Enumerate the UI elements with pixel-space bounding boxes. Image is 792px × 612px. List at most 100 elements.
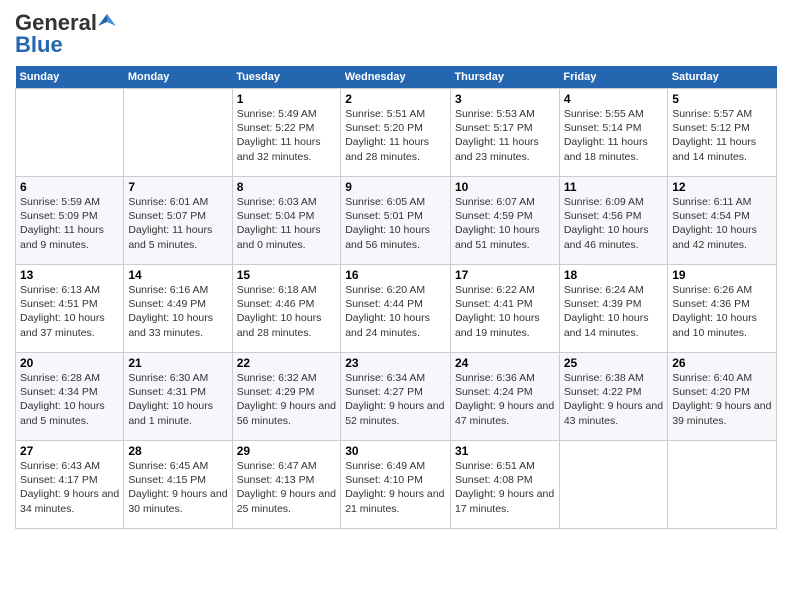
day-number: 16 bbox=[345, 268, 446, 282]
day-number: 25 bbox=[564, 356, 663, 370]
day-info: Sunrise: 6:13 AM Sunset: 4:51 PM Dayligh… bbox=[20, 283, 119, 340]
day-info: Sunrise: 6:28 AM Sunset: 4:34 PM Dayligh… bbox=[20, 371, 119, 428]
day-info: Sunrise: 6:18 AM Sunset: 4:46 PM Dayligh… bbox=[237, 283, 337, 340]
day-number: 15 bbox=[237, 268, 337, 282]
day-number: 9 bbox=[345, 180, 446, 194]
day-number: 28 bbox=[128, 444, 227, 458]
weekday-monday: Monday bbox=[124, 66, 232, 89]
day-number: 5 bbox=[672, 92, 772, 106]
week-row-2: 6Sunrise: 5:59 AM Sunset: 5:09 PM Daylig… bbox=[16, 177, 777, 265]
day-info: Sunrise: 6:11 AM Sunset: 4:54 PM Dayligh… bbox=[672, 195, 772, 252]
day-number: 29 bbox=[237, 444, 337, 458]
logo-bird-icon bbox=[98, 12, 116, 30]
day-cell: 10Sunrise: 6:07 AM Sunset: 4:59 PM Dayli… bbox=[450, 177, 559, 265]
day-cell: 8Sunrise: 6:03 AM Sunset: 5:04 PM Daylig… bbox=[232, 177, 341, 265]
day-cell: 18Sunrise: 6:24 AM Sunset: 4:39 PM Dayli… bbox=[559, 265, 667, 353]
week-row-1: 1Sunrise: 5:49 AM Sunset: 5:22 PM Daylig… bbox=[16, 89, 777, 177]
logo-blue: Blue bbox=[15, 32, 63, 58]
day-number: 8 bbox=[237, 180, 337, 194]
day-cell: 19Sunrise: 6:26 AM Sunset: 4:36 PM Dayli… bbox=[668, 265, 777, 353]
day-cell bbox=[124, 89, 232, 177]
day-number: 4 bbox=[564, 92, 663, 106]
day-number: 21 bbox=[128, 356, 227, 370]
day-cell: 5Sunrise: 5:57 AM Sunset: 5:12 PM Daylig… bbox=[668, 89, 777, 177]
day-cell: 4Sunrise: 5:55 AM Sunset: 5:14 PM Daylig… bbox=[559, 89, 667, 177]
day-info: Sunrise: 6:24 AM Sunset: 4:39 PM Dayligh… bbox=[564, 283, 663, 340]
day-cell: 9Sunrise: 6:05 AM Sunset: 5:01 PM Daylig… bbox=[341, 177, 451, 265]
day-cell: 30Sunrise: 6:49 AM Sunset: 4:10 PM Dayli… bbox=[341, 441, 451, 529]
day-cell: 31Sunrise: 6:51 AM Sunset: 4:08 PM Dayli… bbox=[450, 441, 559, 529]
day-cell: 3Sunrise: 5:53 AM Sunset: 5:17 PM Daylig… bbox=[450, 89, 559, 177]
day-info: Sunrise: 6:45 AM Sunset: 4:15 PM Dayligh… bbox=[128, 459, 227, 516]
day-cell: 13Sunrise: 6:13 AM Sunset: 4:51 PM Dayli… bbox=[16, 265, 124, 353]
day-number: 3 bbox=[455, 92, 555, 106]
day-number: 12 bbox=[672, 180, 772, 194]
day-info: Sunrise: 6:34 AM Sunset: 4:27 PM Dayligh… bbox=[345, 371, 446, 428]
day-info: Sunrise: 6:49 AM Sunset: 4:10 PM Dayligh… bbox=[345, 459, 446, 516]
day-number: 6 bbox=[20, 180, 119, 194]
day-info: Sunrise: 6:20 AM Sunset: 4:44 PM Dayligh… bbox=[345, 283, 446, 340]
weekday-thursday: Thursday bbox=[450, 66, 559, 89]
day-number: 23 bbox=[345, 356, 446, 370]
weekday-sunday: Sunday bbox=[16, 66, 124, 89]
day-info: Sunrise: 6:16 AM Sunset: 4:49 PM Dayligh… bbox=[128, 283, 227, 340]
day-number: 2 bbox=[345, 92, 446, 106]
day-info: Sunrise: 6:22 AM Sunset: 4:41 PM Dayligh… bbox=[455, 283, 555, 340]
day-number: 31 bbox=[455, 444, 555, 458]
day-number: 26 bbox=[672, 356, 772, 370]
day-info: Sunrise: 6:01 AM Sunset: 5:07 PM Dayligh… bbox=[128, 195, 227, 252]
day-info: Sunrise: 6:47 AM Sunset: 4:13 PM Dayligh… bbox=[237, 459, 337, 516]
day-cell: 29Sunrise: 6:47 AM Sunset: 4:13 PM Dayli… bbox=[232, 441, 341, 529]
header: General Blue bbox=[15, 10, 777, 58]
day-number: 17 bbox=[455, 268, 555, 282]
day-number: 24 bbox=[455, 356, 555, 370]
day-cell: 11Sunrise: 6:09 AM Sunset: 4:56 PM Dayli… bbox=[559, 177, 667, 265]
day-number: 18 bbox=[564, 268, 663, 282]
day-number: 11 bbox=[564, 180, 663, 194]
day-info: Sunrise: 6:07 AM Sunset: 4:59 PM Dayligh… bbox=[455, 195, 555, 252]
day-info: Sunrise: 5:59 AM Sunset: 5:09 PM Dayligh… bbox=[20, 195, 119, 252]
day-cell bbox=[559, 441, 667, 529]
day-info: Sunrise: 5:57 AM Sunset: 5:12 PM Dayligh… bbox=[672, 107, 772, 164]
week-row-5: 27Sunrise: 6:43 AM Sunset: 4:17 PM Dayli… bbox=[16, 441, 777, 529]
weekday-tuesday: Tuesday bbox=[232, 66, 341, 89]
logo: General Blue bbox=[15, 10, 116, 58]
day-cell: 25Sunrise: 6:38 AM Sunset: 4:22 PM Dayli… bbox=[559, 353, 667, 441]
day-cell: 1Sunrise: 5:49 AM Sunset: 5:22 PM Daylig… bbox=[232, 89, 341, 177]
day-cell bbox=[668, 441, 777, 529]
day-info: Sunrise: 6:38 AM Sunset: 4:22 PM Dayligh… bbox=[564, 371, 663, 428]
day-number: 22 bbox=[237, 356, 337, 370]
day-info: Sunrise: 5:51 AM Sunset: 5:20 PM Dayligh… bbox=[345, 107, 446, 164]
day-info: Sunrise: 6:40 AM Sunset: 4:20 PM Dayligh… bbox=[672, 371, 772, 428]
weekday-saturday: Saturday bbox=[668, 66, 777, 89]
day-cell bbox=[16, 89, 124, 177]
day-info: Sunrise: 6:43 AM Sunset: 4:17 PM Dayligh… bbox=[20, 459, 119, 516]
day-number: 1 bbox=[237, 92, 337, 106]
day-number: 7 bbox=[128, 180, 227, 194]
day-number: 20 bbox=[20, 356, 119, 370]
day-number: 14 bbox=[128, 268, 227, 282]
day-cell: 21Sunrise: 6:30 AM Sunset: 4:31 PM Dayli… bbox=[124, 353, 232, 441]
weekday-wednesday: Wednesday bbox=[341, 66, 451, 89]
day-info: Sunrise: 5:55 AM Sunset: 5:14 PM Dayligh… bbox=[564, 107, 663, 164]
day-info: Sunrise: 6:26 AM Sunset: 4:36 PM Dayligh… bbox=[672, 283, 772, 340]
day-cell: 28Sunrise: 6:45 AM Sunset: 4:15 PM Dayli… bbox=[124, 441, 232, 529]
day-cell: 17Sunrise: 6:22 AM Sunset: 4:41 PM Dayli… bbox=[450, 265, 559, 353]
day-cell: 14Sunrise: 6:16 AM Sunset: 4:49 PM Dayli… bbox=[124, 265, 232, 353]
day-cell: 23Sunrise: 6:34 AM Sunset: 4:27 PM Dayli… bbox=[341, 353, 451, 441]
day-info: Sunrise: 6:36 AM Sunset: 4:24 PM Dayligh… bbox=[455, 371, 555, 428]
page: General Blue SundayMondayTuesdayWednesda… bbox=[0, 0, 792, 612]
weekday-header-row: SundayMondayTuesdayWednesdayThursdayFrid… bbox=[16, 66, 777, 89]
day-number: 19 bbox=[672, 268, 772, 282]
day-info: Sunrise: 5:53 AM Sunset: 5:17 PM Dayligh… bbox=[455, 107, 555, 164]
weekday-friday: Friday bbox=[559, 66, 667, 89]
day-cell: 22Sunrise: 6:32 AM Sunset: 4:29 PM Dayli… bbox=[232, 353, 341, 441]
day-info: Sunrise: 6:32 AM Sunset: 4:29 PM Dayligh… bbox=[237, 371, 337, 428]
day-cell: 20Sunrise: 6:28 AM Sunset: 4:34 PM Dayli… bbox=[16, 353, 124, 441]
day-cell: 15Sunrise: 6:18 AM Sunset: 4:46 PM Dayli… bbox=[232, 265, 341, 353]
day-cell: 16Sunrise: 6:20 AM Sunset: 4:44 PM Dayli… bbox=[341, 265, 451, 353]
day-cell: 6Sunrise: 5:59 AM Sunset: 5:09 PM Daylig… bbox=[16, 177, 124, 265]
day-number: 13 bbox=[20, 268, 119, 282]
day-cell: 12Sunrise: 6:11 AM Sunset: 4:54 PM Dayli… bbox=[668, 177, 777, 265]
day-number: 30 bbox=[345, 444, 446, 458]
